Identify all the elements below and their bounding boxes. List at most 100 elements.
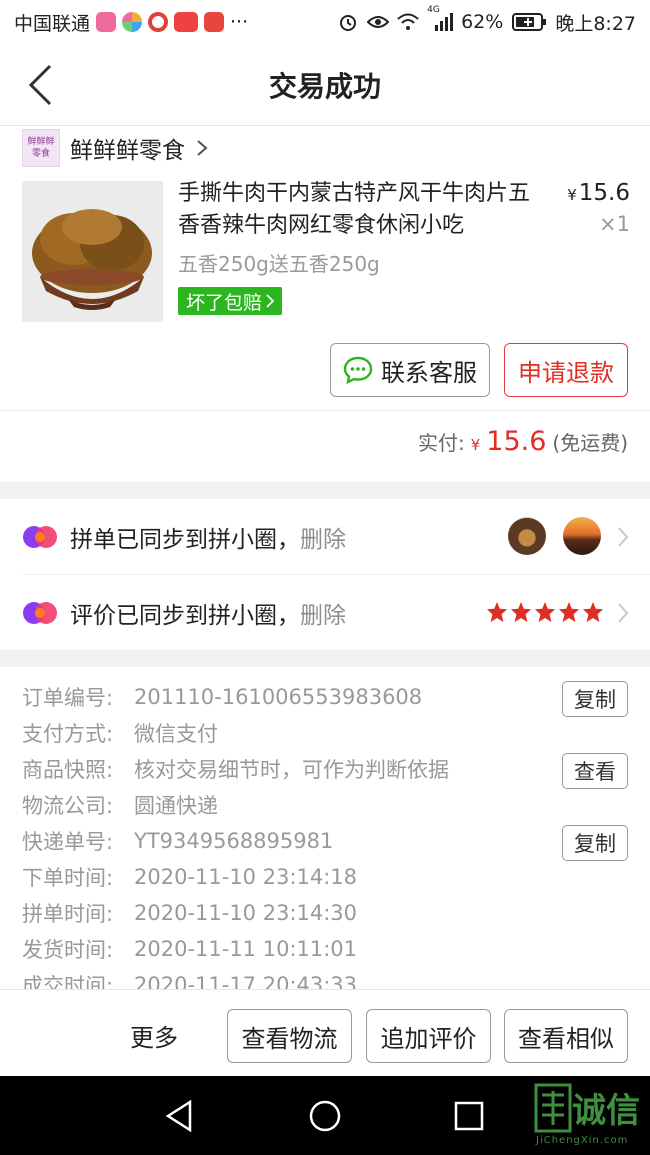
view-snapshot-button[interactable]: 查看 [562, 753, 628, 789]
detail-label: 下单时间: [22, 866, 114, 890]
snapshot-hint: 核对交易细节时，可作为判断依据 [134, 758, 449, 782]
detail-label: 物流公司: [22, 794, 114, 818]
chevron-right-icon [197, 140, 208, 156]
watermark-subtext: JiChengXin.com [536, 1135, 629, 1146]
pinxiaoquan-logo-icon [23, 601, 57, 624]
order-details: 订单编号: 201110-161006553983608 复制 支付方式: 微信… [0, 667, 650, 989]
shop-name: 鲜鲜鲜零食 [70, 138, 185, 164]
nav-recents-icon[interactable] [451, 1098, 487, 1134]
ship-time: 2020-11-11 10:11:01 [134, 937, 358, 961]
status-left: 中国联通 ··· [14, 9, 248, 36]
detail-row-order-time: 下单时间: 2020-11-10 23:14:18 [22, 859, 357, 895]
view-logistics-button[interactable]: 查看物流 [227, 1009, 352, 1063]
payment-method: 微信支付 [134, 722, 218, 746]
deal-time: 2020-11-17 20:43:33 [134, 973, 358, 989]
alarm-icon [337, 11, 359, 33]
guarantee-badge[interactable]: 坏了包赔 [178, 287, 283, 315]
sync-card: 拼单已同步到拼小圈， 删除 评价已同步到拼小圈， 删除 [0, 499, 650, 650]
status-right: 4G 62% 晚上8:27 [337, 5, 636, 36]
shipping-note: (免运费) [552, 431, 628, 455]
request-refund-button[interactable]: 申请退款 [504, 343, 628, 397]
carrier-name: 中国联通 [14, 12, 91, 35]
paid-summary: 实付: ¥ 15.6 (免运费) [418, 426, 628, 457]
detail-row-courier: 物流公司: 圆通快递 [22, 787, 218, 823]
group-sync-text: 拼单已同步到拼小圈， [70, 526, 300, 553]
paid-currency: ¥ [470, 436, 481, 454]
eye-icon [367, 11, 390, 33]
detail-label: 成交时间: [22, 974, 114, 989]
detail-label: 订单编号: [22, 686, 114, 710]
review-sync-text: 评价已同步到拼小圈， [70, 602, 300, 629]
detail-row-order-number: 订单编号: 201110-161006553983608 [22, 679, 422, 715]
back-button[interactable] [20, 62, 60, 108]
order-time: 2020-11-10 23:14:18 [134, 865, 358, 889]
app-icon-1 [96, 12, 117, 32]
contact-service-label: 联系客服 [381, 358, 477, 387]
order-card: 鲜鲜鲜零食 鲜鲜鲜零食 手撕牛肉干内蒙古特产风干牛肉片五香香辣牛肉网红零食休闲小… [0, 126, 650, 482]
pinxiaoquan-logo-icon [23, 525, 57, 548]
detail-row-payment: 支付方式: 微信支付 [22, 715, 218, 751]
tracking-number: YT9349568895981 [134, 829, 334, 853]
product-spec: 五香250g送五香250g [178, 252, 380, 276]
detail-label: 拼单时间: [22, 902, 114, 926]
guarantee-label: 坏了包赔 [186, 291, 263, 314]
nav-back-icon[interactable] [162, 1098, 198, 1134]
courier-company: 圆通快递 [134, 794, 218, 818]
product-title[interactable]: 手撕牛肉干内蒙古特产风干牛肉片五香香辣牛肉网红零食休闲小吃 [178, 178, 550, 242]
divider [0, 410, 650, 411]
page-header: 交易成功 [0, 44, 650, 126]
chevron-right-icon [266, 294, 275, 308]
star-icon [558, 601, 580, 623]
network-type-label: 4G [427, 5, 440, 15]
paid-amount: 15.6 [486, 426, 547, 457]
status-bar: 中国联通 ··· 4G 62% 晚上8:27 [0, 0, 650, 44]
app-icon-4 [204, 12, 225, 32]
bottom-action-bar: 更多 查看物流 追加评价 查看相似 [0, 989, 650, 1076]
price-currency: ¥ [567, 186, 577, 204]
nav-home-icon[interactable] [307, 1098, 343, 1134]
review-sync-row[interactable]: 评价已同步到拼小圈， 删除 [0, 575, 650, 650]
detail-label: 支付方式: [22, 722, 114, 746]
group-sync-row[interactable]: 拼单已同步到拼小圈， 删除 [0, 499, 650, 574]
detail-row-deal-time: 成交时间: 2020-11-17 20:43:33 [22, 967, 357, 989]
chevron-right-icon [618, 527, 629, 547]
shop-logo: 鲜鲜鲜零食 [22, 129, 60, 167]
watermark-text: 诚信 [572, 1091, 640, 1131]
more-button[interactable]: 更多 [130, 1018, 178, 1053]
more-notifications-indicator: ··· [230, 11, 249, 33]
signal-icon: 4G [427, 5, 454, 33]
shop-link[interactable]: 鲜鲜鲜零食 鲜鲜鲜零食 [22, 128, 209, 168]
wifi-icon [397, 11, 419, 33]
product-quantity: ×1 [599, 212, 630, 236]
battery-icon [511, 11, 547, 33]
copy-tracking-button[interactable]: 复制 [562, 825, 628, 861]
group-time: 2020-11-10 23:14:30 [134, 901, 358, 925]
review-sync-delete[interactable]: 删除 [300, 596, 346, 630]
avatar [508, 517, 546, 555]
paid-label: 实付: [417, 431, 465, 455]
group-sync-delete[interactable]: 删除 [300, 520, 346, 554]
detail-row-snapshot: 商品快照: 核对交易细节时，可作为判断依据 [22, 751, 449, 787]
product-price: ¥15.6 [567, 180, 630, 206]
chevron-right-icon [618, 603, 629, 623]
app-icon-2 [122, 12, 143, 32]
price-value: 15.6 [578, 180, 630, 206]
chat-bubble-icon [343, 356, 373, 384]
detail-label: 快递单号: [22, 830, 114, 854]
detail-row-group-time: 拼单时间: 2020-11-10 23:14:30 [22, 895, 357, 931]
star-icon [582, 601, 604, 623]
chevron-left-icon [28, 64, 52, 106]
star-icon [510, 601, 532, 623]
watermark-logo-icon [534, 1083, 572, 1133]
copy-order-number-button[interactable]: 复制 [562, 681, 628, 717]
view-similar-button[interactable]: 查看相似 [504, 1009, 628, 1063]
rating-stars [486, 601, 604, 623]
product-image[interactable] [22, 181, 163, 322]
watermark: 诚信 JiChengXin.com [532, 1079, 650, 1155]
add-review-button[interactable]: 追加评价 [366, 1009, 491, 1063]
clock-time: 晚上8:27 [555, 12, 636, 35]
page-title: 交易成功 [268, 69, 381, 103]
app-icon-toutiao [174, 12, 199, 32]
star-icon [486, 601, 508, 623]
contact-service-button[interactable]: 联系客服 [330, 343, 490, 397]
